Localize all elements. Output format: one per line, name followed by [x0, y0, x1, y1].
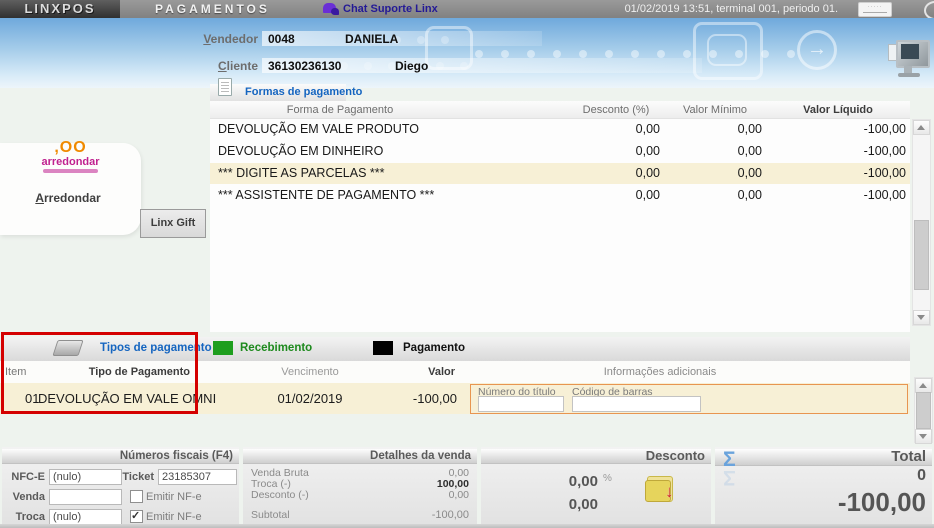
- col-informacoes-adicionais: Informações adicionais: [603, 366, 717, 378]
- ticket-label: Ticket: [122, 471, 154, 483]
- numeros-fiscais-title: Números fiscais (F4): [2, 449, 239, 464]
- highlight-rectangle: [1, 332, 198, 414]
- top-bar: LINXPOS PAGAMENTOS Chat Suporte Linx 01/…: [0, 0, 934, 20]
- recebimento-label: Recebimento: [240, 342, 313, 354]
- arredondar-button[interactable]: Arredondar: [18, 191, 118, 205]
- emitir-nfe-troca-label: Emitir NF-e: [146, 511, 202, 523]
- emitir-nfe-venda-checkbox[interactable]: [130, 490, 143, 503]
- formas-pagamento-tab: Formas de pagamento: [210, 78, 362, 101]
- chat-support-label: Chat Suporte Linx: [343, 3, 438, 15]
- detalhes-venda-title: Detalhes da venda: [243, 449, 477, 464]
- page-title: PAGAMENTOS: [155, 2, 270, 16]
- decoration-dots: [475, 50, 795, 58]
- arredondar-logo-word: arredondar: [41, 156, 100, 168]
- arredondar-logo: ,OO: [54, 139, 87, 156]
- formas-table-header: Forma de Pagamento Desconto (%) Valor Mí…: [210, 101, 910, 119]
- sale-header: → Vendedor 0048 DANIELA Cliente 36130236…: [0, 18, 934, 88]
- payment-method-row[interactable]: DEVOLUÇÃO EM VALE PRODUTO 0,00 0,00 -100…: [210, 119, 910, 140]
- desconto-title: Desconto: [481, 449, 711, 464]
- formas-scrollbar[interactable]: [912, 119, 931, 326]
- session-info: 01/02/2019 13:51, terminal 001, periodo …: [624, 3, 838, 15]
- total-panel: Total Σ Σ 0 -100,00: [715, 447, 932, 524]
- col-vencimento: Vencimento: [281, 366, 339, 378]
- col-valor-minimo: Valor Mínimo: [683, 104, 747, 116]
- subtotal-value: -100,00: [431, 509, 469, 521]
- payment-due-date: 01/02/2019: [277, 391, 343, 406]
- desconto-panel: Desconto 0,00 % 0,00 ↓: [481, 447, 711, 524]
- venda-label: Venda: [12, 491, 45, 503]
- additional-info-panel: Número do título Código de barras: [470, 384, 908, 414]
- formas-pagamento-title: Formas de pagamento: [245, 86, 363, 98]
- linx-gift-button[interactable]: Linx Gift: [140, 209, 206, 238]
- col-valor-liquido: Valor Líquido: [803, 104, 873, 116]
- tipos-scrollbar[interactable]: [914, 377, 933, 444]
- payment-method-row-selected[interactable]: *** DIGITE AS PARCELAS *** 0,00 0,00 -10…: [210, 163, 910, 184]
- percent-symbol: %: [603, 473, 612, 484]
- linxpos-logo: LINXPOS: [0, 0, 120, 18]
- emitir-nfe-troca-checkbox[interactable]: [130, 509, 143, 523]
- keyboard-icon[interactable]: ·····: [858, 2, 892, 17]
- linxpos-payment-screen: LINXPOS PAGAMENTOS Chat Suporte Linx 01/…: [0, 0, 934, 528]
- pagamento-label: Pagamento: [403, 342, 465, 354]
- col-valor: Valor: [428, 366, 455, 378]
- pagamento-swatch: [373, 341, 393, 355]
- chat-bubble-icon-small: [331, 8, 339, 15]
- subtotal-label: Subtotal: [251, 509, 290, 521]
- total-quantity: 0: [917, 467, 926, 484]
- vendedor-name: DANIELA: [345, 32, 399, 46]
- payment-method-row[interactable]: *** ASSISTENTE DE PAGAMENTO *** 0,00 0,0…: [210, 185, 910, 206]
- payment-method-row[interactable]: DEVOLUÇÃO EM DINHEIRO 0,00 0,00 -100,00: [210, 141, 910, 162]
- desconto-icon[interactable]: ↓: [645, 474, 679, 506]
- desconto-percent-value[interactable]: 0,00: [501, 473, 598, 490]
- cliente-name: Diego: [395, 59, 429, 73]
- arredondar-logo-tagline: [43, 169, 98, 173]
- total-value: -100,00: [837, 487, 926, 517]
- desconto-row-label: Desconto (-): [251, 489, 309, 501]
- bottom-strip: [0, 524, 934, 528]
- scroll-down-button[interactable]: [915, 429, 932, 444]
- vendedor-label: Vendedor: [203, 32, 258, 46]
- detalhes-venda-panel: Detalhes da venda Venda Bruta 0,00 Troca…: [243, 447, 477, 524]
- cliente-code[interactable]: 36130236130: [268, 59, 341, 73]
- desconto-row-value: 0,00: [448, 489, 469, 501]
- col-forma-pagamento: Forma de Pagamento: [286, 104, 394, 116]
- scroll-thumb[interactable]: [914, 220, 929, 290]
- troca-label: Troca: [15, 511, 45, 523]
- emitir-nfe-venda-label: Emitir NF-e: [146, 491, 202, 503]
- scroll-up-button[interactable]: [915, 378, 932, 393]
- recebimento-swatch: [213, 341, 233, 355]
- scroll-down-button[interactable]: [913, 310, 930, 325]
- codigo-barras-input[interactable]: [572, 396, 701, 412]
- arrow-circle-icon: →: [797, 30, 837, 70]
- troca-input[interactable]: [49, 509, 122, 525]
- total-title: Total: [715, 449, 932, 466]
- vendedor-strip: [262, 31, 542, 46]
- scroll-up-button[interactable]: [913, 120, 930, 135]
- nfce-input[interactable]: [49, 469, 122, 485]
- vendedor-code[interactable]: 0048: [268, 32, 295, 46]
- payment-value: -100,00: [412, 391, 457, 406]
- nfce-label: NFC-E: [11, 471, 45, 483]
- venda-input[interactable]: [49, 489, 122, 505]
- cliente-label: Cliente: [217, 59, 258, 73]
- numero-titulo-input[interactable]: [478, 396, 564, 412]
- document-icon: [218, 78, 232, 96]
- numeros-fiscais-panel: Números fiscais (F4) NFC-E Ticket Venda …: [2, 447, 239, 525]
- pos-terminal-icon: [888, 40, 930, 86]
- scroll-thumb[interactable]: [916, 392, 931, 429]
- ticket-input[interactable]: [158, 469, 237, 485]
- desconto-value[interactable]: 0,00: [501, 496, 598, 513]
